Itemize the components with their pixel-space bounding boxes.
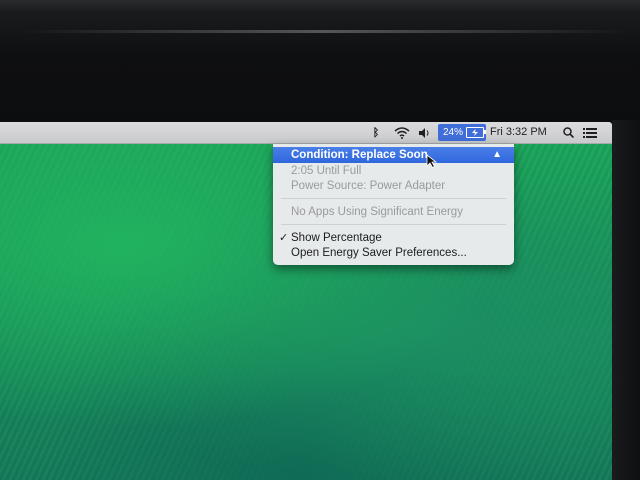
menu-item-power-source: Power Source: Power Adapter [291, 180, 446, 192]
bezel-glint [20, 30, 630, 33]
laptop-bezel-top [0, 0, 640, 124]
menu-separator [281, 224, 506, 225]
bluetooth-icon[interactable]: ᛒ [370, 124, 382, 141]
warning-icon: ▲ [492, 149, 502, 160]
battery-icon [466, 127, 487, 138]
menu-separator [281, 198, 506, 199]
photo-frame: ᛒ 24% Fri 3:32 PM Condition: Replace Soo… [0, 0, 640, 480]
show-percentage-label: Show Percentage [291, 232, 382, 244]
battery-status-button[interactable]: 24% [438, 124, 487, 141]
checkmark-icon: ✓ [279, 232, 289, 244]
menu-item-show-percentage[interactable]: ✓ Show Percentage [273, 230, 514, 246]
battery-menu: Condition: Replace Soon ▲ 2:05 Until Ful… [273, 144, 514, 265]
menu-item-condition[interactable]: Condition: Replace Soon ▲ [273, 147, 514, 163]
menubar-clock[interactable]: Fri 3:32 PM [490, 125, 547, 140]
volume-icon[interactable] [418, 124, 430, 141]
wifi-icon[interactable] [392, 124, 412, 141]
menu-item-open-energy-saver-preferences[interactable]: Open Energy Saver Preferences... [273, 245, 514, 261]
menu-item-energy-apps: No Apps Using Significant Energy [291, 206, 463, 218]
condition-label: Condition: Replace Soon [291, 149, 428, 161]
battery-percentage: 24% [443, 127, 464, 138]
mouse-cursor-icon [426, 154, 438, 168]
laptop-bezel-right [612, 120, 640, 480]
menu-bar: ᛒ 24% Fri 3:32 PM [0, 122, 612, 144]
search-icon[interactable] [562, 124, 574, 141]
list-icon[interactable] [582, 124, 598, 141]
menu-item-time-until-full: 2:05 Until Full [291, 165, 362, 177]
